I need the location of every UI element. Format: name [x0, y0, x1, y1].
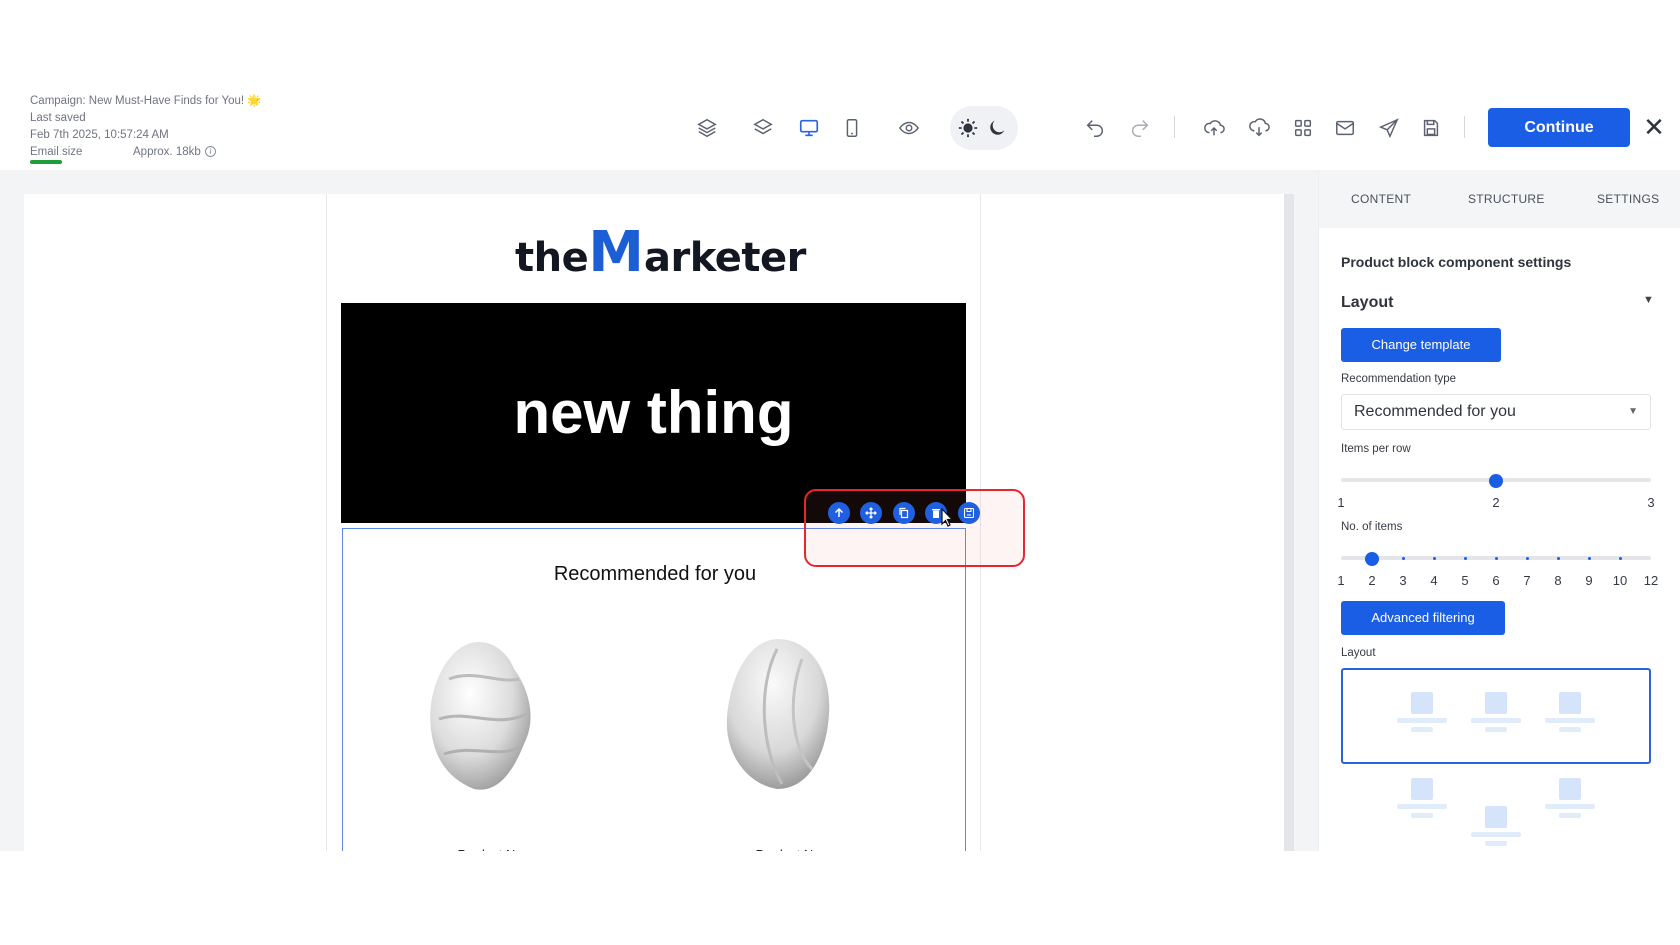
campaign-name: Campaign: New Must-Have Finds for You! 🌟: [30, 95, 262, 107]
no-of-items-tick-label: 12: [1643, 573, 1659, 588]
light-mode-icon[interactable]: [953, 113, 983, 143]
preview-eye-icon[interactable]: [894, 113, 924, 143]
email-size-bar: [30, 160, 62, 164]
email-size-value: Approx. 18kb: [133, 146, 201, 158]
no-of-items-tick-label: 7: [1523, 573, 1531, 588]
no-of-items-label: No. of items: [1341, 521, 1403, 533]
send-icon[interactable]: [1374, 113, 1404, 143]
save-icon[interactable]: [1416, 113, 1446, 143]
continue-button[interactable]: Continue: [1488, 108, 1630, 147]
email-icon[interactable]: [1330, 113, 1360, 143]
block-action-toolbar: [828, 502, 986, 526]
no-of-items-tick-label: 9: [1585, 573, 1593, 588]
product-card[interactable]: [419, 629, 579, 804]
items-per-row-tick-label: 2: [1492, 495, 1500, 510]
product-block[interactable]: Recommended for you Product: [342, 528, 966, 853]
toolbar-separator: [1174, 116, 1175, 138]
no-of-items-tick-mark: [1432, 556, 1436, 560]
layers-icon[interactable]: [748, 113, 778, 143]
apps-grid-icon[interactable]: [1288, 113, 1318, 143]
chevron-down-icon: ▼: [1628, 406, 1638, 417]
tab-structure[interactable]: STRUCTURE: [1468, 192, 1545, 206]
no-of-items-tick-label: 8: [1554, 573, 1562, 588]
email-size-row: Email size Approx. 18kb i: [30, 144, 262, 164]
move-up-icon[interactable]: [828, 502, 850, 524]
panel-tabs: CONTENT STRUCTURE SETTINGS: [1319, 170, 1680, 228]
tab-content[interactable]: CONTENT: [1351, 192, 1411, 206]
no-of-items-tick-mark: [1618, 556, 1622, 560]
last-saved-label: Last saved: [30, 112, 86, 124]
page-footer-blank: [0, 851, 1680, 945]
drag-move-icon[interactable]: [860, 502, 883, 524]
mouse-cursor-icon: [941, 508, 954, 527]
duplicate-icon[interactable]: [892, 502, 915, 524]
no-of-items-tick-label: 10: [1612, 573, 1628, 588]
no-of-items-tick-label: 5: [1461, 573, 1469, 588]
no-of-items-tick-mark: [1370, 556, 1374, 560]
undo-icon[interactable]: [1080, 113, 1110, 143]
layout-section-title[interactable]: Layout: [1341, 294, 1393, 312]
no-of-items-tick-label: 6: [1492, 573, 1500, 588]
info-icon[interactable]: i: [204, 146, 216, 158]
last-saved-date: Feb 7th 2025, 10:57:24 AM: [30, 129, 169, 141]
logo-text-the: the: [515, 235, 589, 281]
email-editor-app: Campaign: New Must-Have Finds for You! 🌟…: [0, 0, 1680, 945]
desktop-icon[interactable]: [794, 113, 824, 143]
layout-option-selected[interactable]: [1341, 668, 1651, 764]
product-image: [430, 641, 531, 790]
items-per-row-tick-label: 1: [1337, 495, 1345, 510]
product-card[interactable]: [717, 629, 877, 804]
layout-placeholder: [1397, 692, 1447, 732]
toolbar-separator: [1464, 116, 1465, 138]
layout-placeholder: [1397, 778, 1447, 818]
close-icon[interactable]: ✕: [1643, 114, 1665, 140]
no-of-items-tick-label: 4: [1430, 573, 1438, 588]
no-of-items-tick-mark: [1494, 556, 1498, 560]
campaign-meta: Campaign: New Must-Have Finds for You! 🌟…: [30, 93, 262, 164]
redo-icon[interactable]: [1125, 113, 1155, 143]
layout-placeholder: [1471, 806, 1521, 846]
no-of-items-tick-mark: [1556, 556, 1560, 560]
brand-logo: theMarketer: [515, 220, 806, 285]
hero-text: new thing: [513, 379, 794, 446]
no-of-items-tick-label: 3: [1399, 573, 1407, 588]
recommendation-type-label: Recommendation type: [1341, 373, 1457, 385]
layout-label: Layout: [1341, 647, 1376, 659]
tab-settings[interactable]: SETTINGS: [1597, 192, 1659, 206]
change-template-button[interactable]: Change template: [1341, 328, 1501, 362]
no-of-items-tick-mark: [1525, 556, 1529, 560]
layers-stack-icon[interactable]: [692, 113, 722, 143]
logo-text-arketer: arketer: [643, 235, 806, 281]
panel-heading: Product block component settings: [1341, 254, 1572, 270]
download-icon[interactable]: [1244, 113, 1274, 143]
upload-icon[interactable]: [1199, 113, 1229, 143]
items-per-row-tick-label: 3: [1647, 495, 1655, 510]
product-image: [726, 639, 830, 789]
no-of-items-tick-label: 1: [1337, 573, 1345, 588]
layout-placeholder: [1471, 692, 1521, 732]
canvas-scrollbar[interactable]: [1284, 194, 1294, 851]
items-per-row-thumb[interactable]: [1489, 474, 1503, 488]
items-per-row-label: Items per row: [1341, 443, 1411, 455]
logo-text-m: M: [588, 220, 644, 285]
recommendation-type-select[interactable]: Recommended for you ▼: [1341, 394, 1651, 430]
advanced-filtering-button[interactable]: Advanced filtering: [1341, 601, 1505, 635]
layout-placeholder: [1545, 692, 1595, 732]
email-size-label: Email size: [30, 146, 83, 158]
settings-panel: CONTENT STRUCTURE SETTINGS Product block…: [1318, 170, 1680, 851]
save-block-icon[interactable]: [957, 502, 980, 524]
layout-placeholder: [1545, 778, 1595, 818]
dark-mode-icon[interactable]: [982, 113, 1012, 143]
mobile-icon[interactable]: [837, 113, 867, 143]
recommendation-type-value: Recommended for you: [1354, 403, 1516, 420]
no-of-items-tick-mark: [1463, 556, 1467, 560]
no-of-items-tick-mark: [1401, 556, 1405, 560]
block-actions-highlight: [804, 489, 1025, 567]
no-of-items-tick-mark: [1587, 556, 1591, 560]
chevron-down-icon[interactable]: ▼: [1643, 294, 1654, 306]
no-of-items-tick-label: 2: [1368, 573, 1376, 588]
